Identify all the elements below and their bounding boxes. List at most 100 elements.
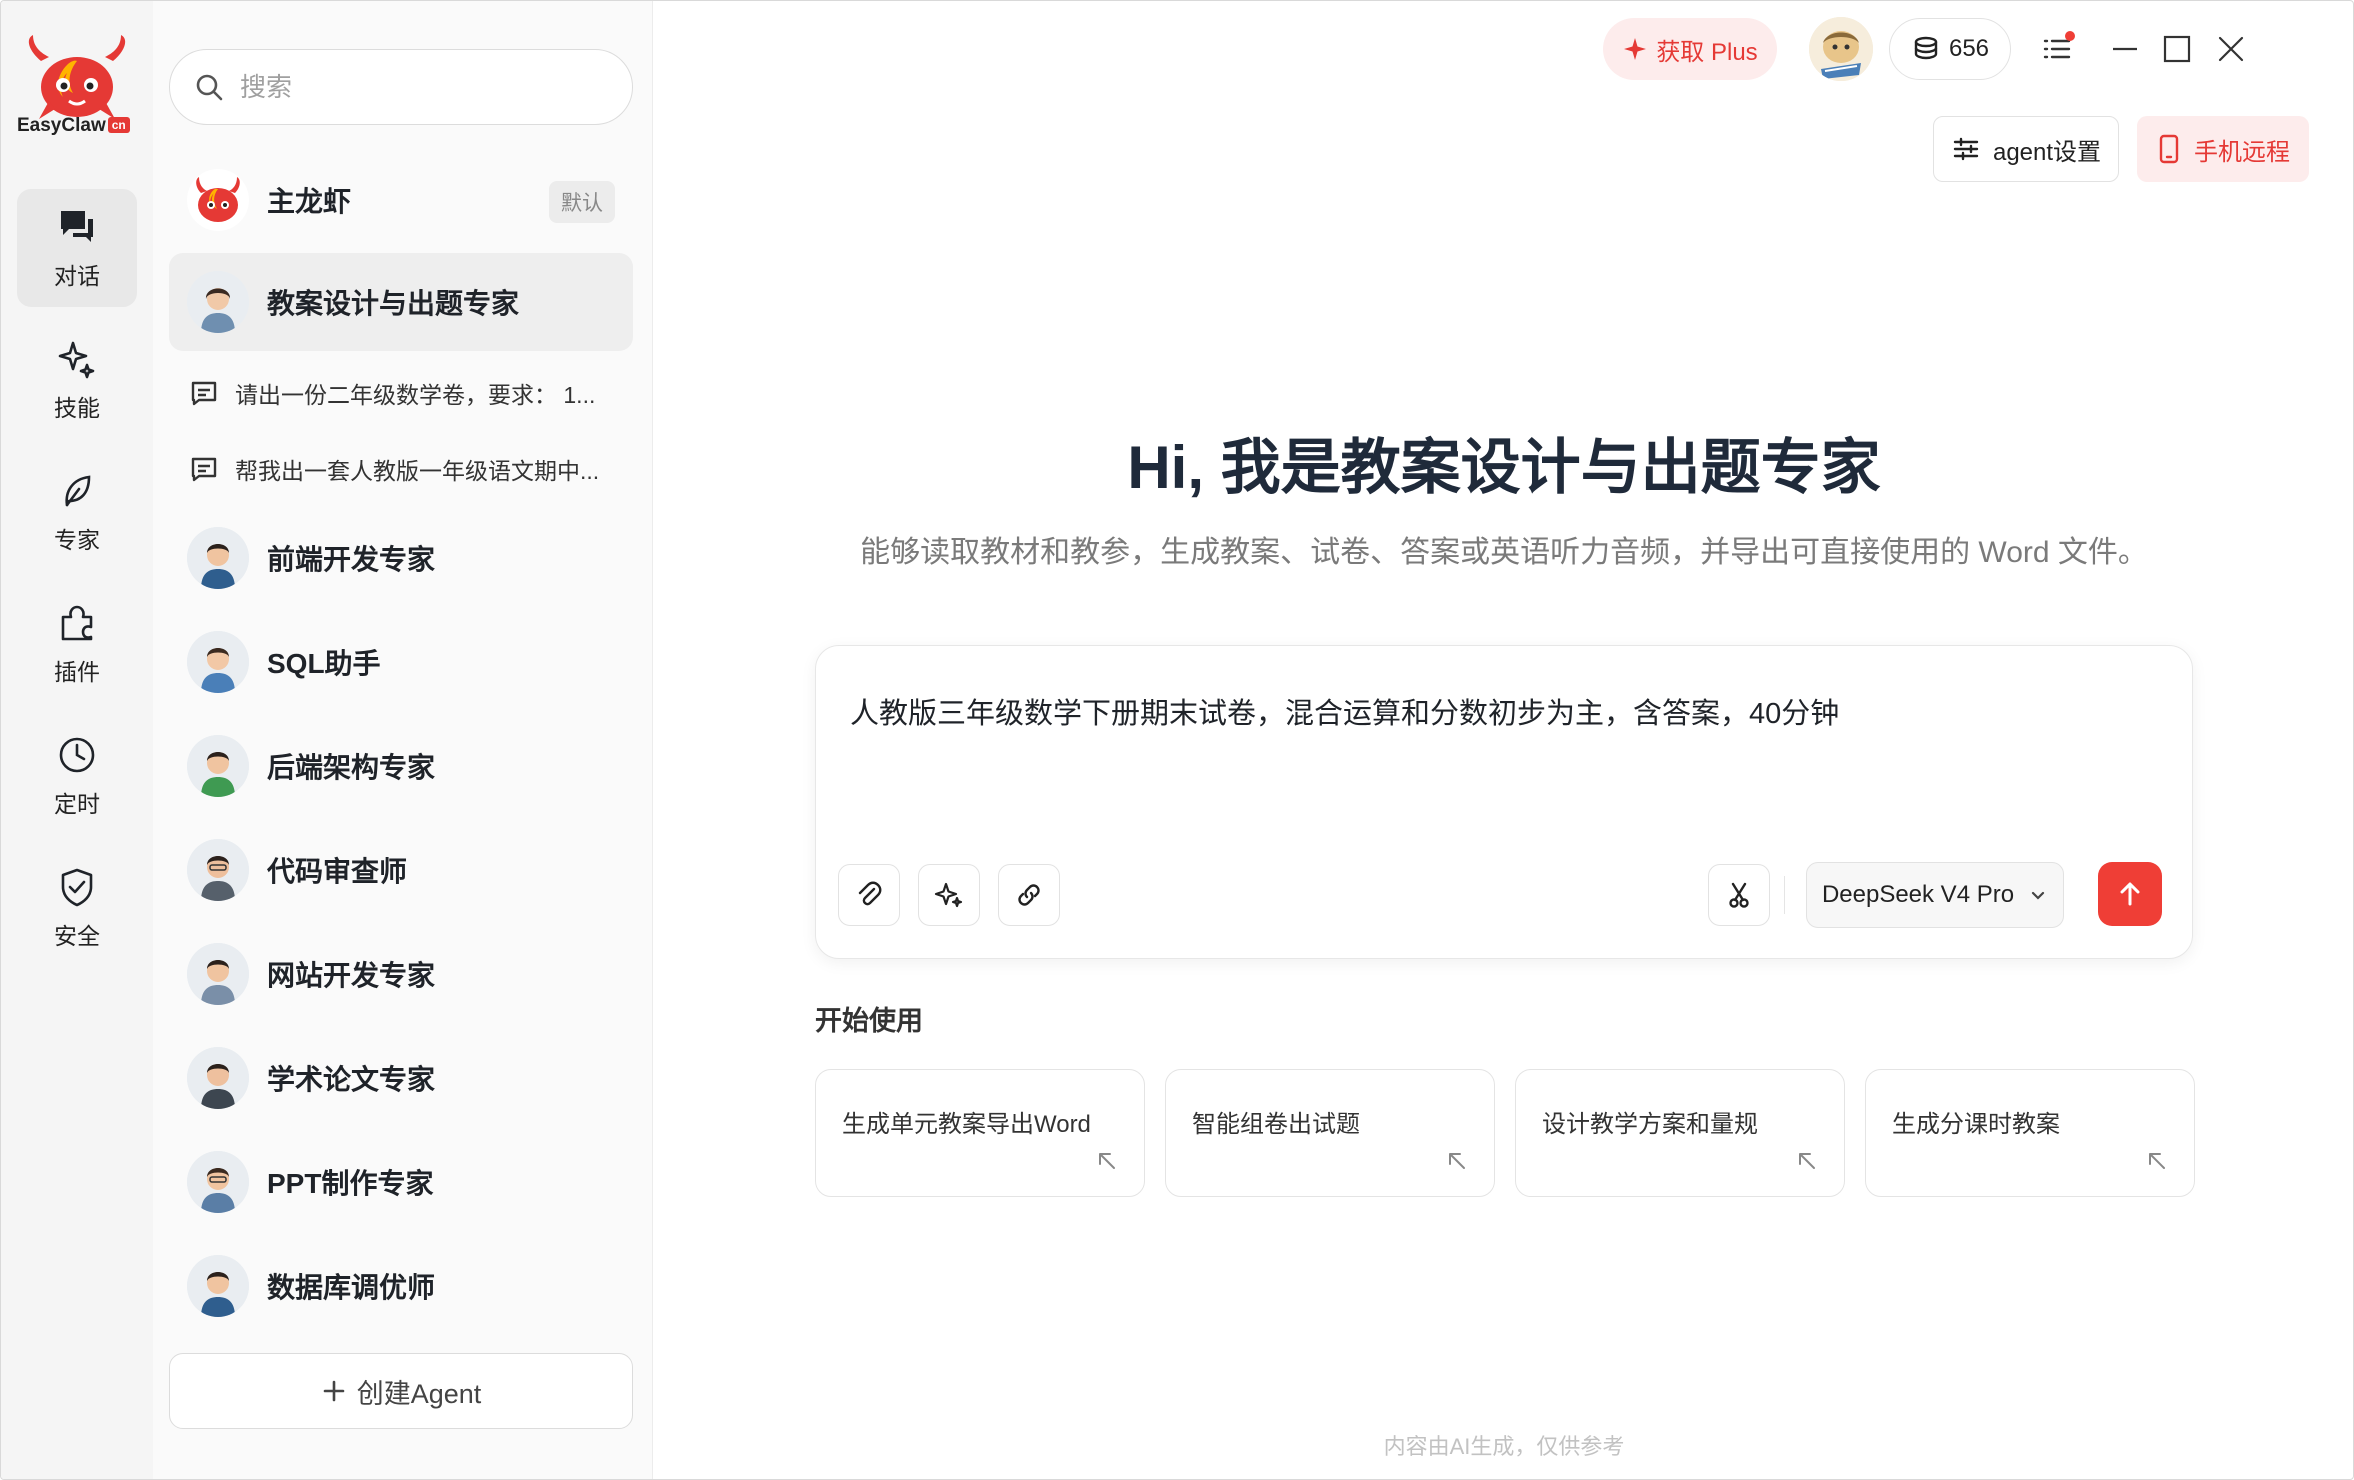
agent-item[interactable]: SQL助手 <box>169 613 633 711</box>
link-icon <box>1018 884 1040 906</box>
agent-item-main[interactable]: 主龙虾 默认 <box>169 151 633 249</box>
app-wordmark: EasyClaw cn <box>17 115 130 137</box>
agent-avatar <box>187 839 249 901</box>
create-agent-button[interactable]: 创建Agent <box>169 1353 633 1429</box>
nav-schedule[interactable]: 定时 <box>17 717 137 835</box>
model-name: DeepSeek V4 Pro <box>1821 881 2015 908</box>
clock-icon <box>59 737 95 773</box>
starter-card[interactable]: 生成单元教案导出Word <box>815 1069 1145 1197</box>
app-window: EasyClaw cn 对话 技能 专家 插件 定时 安全 搜索 主龙虾 默认 … <box>0 0 2354 1480</box>
link-button[interactable] <box>998 864 1060 926</box>
create-agent-label: 创建Agent <box>356 1378 482 1409</box>
composer-text[interactable]: 人教版三年级数学下册期末试卷，混合运算和分数初步为主，含答案，40分钟 <box>850 690 1839 732</box>
starter-card[interactable]: 智能组卷出试题 <box>1165 1069 1495 1197</box>
paperclip-icon <box>858 881 882 906</box>
starter-card-label: 生成分课时教案 <box>1892 1111 2060 1138</box>
agent-item[interactable]: 网站开发专家 <box>169 925 633 1023</box>
skill-button[interactable] <box>918 864 980 926</box>
conversation-title: 帮我出一套人教版一年级语文期中... <box>235 458 600 484</box>
agent-name: 教案设计与出题专家 <box>267 288 520 319</box>
nav-label: 安全 <box>54 923 100 949</box>
starter-card-label: 智能组卷出试题 <box>1192 1111 1360 1138</box>
maximize-button[interactable] <box>2153 25 2201 73</box>
default-badge: 默认 <box>549 181 615 223</box>
leaf-icon <box>65 475 91 507</box>
nav-label: 定时 <box>54 791 100 817</box>
toolbar-divider <box>1784 876 1785 914</box>
ai-disclaimer: 内容由AI生成，仅供参考 <box>1383 1434 1625 1459</box>
close-icon <box>2218 36 2244 62</box>
scissors-button[interactable] <box>1708 864 1770 926</box>
agent-avatar <box>187 1151 249 1213</box>
start-section-title: 开始使用 <box>815 1006 923 1036</box>
starter-card[interactable]: 生成分课时教案 <box>1865 1069 2195 1197</box>
coins-icon <box>1914 36 1938 60</box>
agent-name: SQL助手 <box>267 648 381 679</box>
user-avatar[interactable] <box>1809 17 1873 81</box>
lobster-avatar <box>187 169 249 231</box>
hero-title: Hi, 我是教案设计与出题专家 <box>1127 434 1881 501</box>
agent-avatar <box>187 735 249 797</box>
search-icon <box>196 74 223 101</box>
plus-icon <box>323 1380 345 1402</box>
agent-item[interactable]: 学术论文专家 <box>169 1029 633 1127</box>
sparkle-icon <box>58 341 95 379</box>
conversation-title: 请出一份二年级数学卷，要求： 1... <box>235 382 596 408</box>
agent-avatar <box>187 527 249 589</box>
arrow-up-left-icon <box>1099 1153 1115 1169</box>
puzzle-icon <box>61 605 93 641</box>
arrow-up-icon <box>2120 882 2140 906</box>
chevron-down-icon <box>2031 891 2045 900</box>
scissors-icon <box>1729 882 1749 908</box>
agent-name: 前端开发专家 <box>267 544 436 575</box>
nav-plugins[interactable]: 插件 <box>17 585 137 703</box>
arrow-up-left-icon <box>2149 1153 2165 1169</box>
agent-item[interactable]: PPT制作专家 <box>169 1133 633 1231</box>
phone-remote-label: 手机远程 <box>2194 138 2290 166</box>
agent-avatar <box>187 1255 249 1317</box>
agent-name: PPT制作专家 <box>267 1168 434 1199</box>
agent-item[interactable]: 数据库调优师 <box>169 1237 633 1335</box>
maximize-icon <box>2163 35 2191 63</box>
minimize-icon <box>2113 47 2137 51</box>
arrow-up-left-icon <box>1799 1153 1815 1169</box>
conversation-item[interactable]: 请出一份二年级数学卷，要求： 1... <box>189 363 629 423</box>
agent-item-selected[interactable]: 教案设计与出题专家 <box>169 253 633 351</box>
search-input[interactable] <box>240 71 620 103</box>
agent-avatar <box>187 271 249 333</box>
sliders-icon <box>1953 137 1979 161</box>
sparkle-icon <box>934 882 963 908</box>
shield-check-icon <box>61 868 93 907</box>
menu-button[interactable] <box>2033 25 2081 73</box>
search-box[interactable] <box>169 49 633 125</box>
conversation-item[interactable]: 帮我出一套人教版一年级语文期中... <box>189 439 629 499</box>
credits-button[interactable]: 656 <box>1889 18 2011 80</box>
nav-label: 插件 <box>54 659 100 685</box>
phone-remote-button[interactable]: 手机远程 <box>2137 116 2309 182</box>
model-selector[interactable]: DeepSeek V4 Pro <box>1806 862 2064 928</box>
nav-label: 对话 <box>54 263 100 289</box>
agent-settings-button[interactable]: agent设置 <box>1933 116 2119 182</box>
nav-experts[interactable]: 专家 <box>17 453 137 571</box>
agent-item[interactable]: 前端开发专家 <box>169 509 633 607</box>
nav-chat[interactable]: 对话 <box>17 189 137 307</box>
agent-name: 网站开发专家 <box>267 960 436 991</box>
get-plus-button[interactable]: 获取 Plus <box>1603 18 1777 80</box>
agent-name: 数据库调优师 <box>267 1272 436 1303</box>
get-plus-label: 获取 Plus <box>1656 38 1758 66</box>
credits-count: 656 <box>1948 35 1990 62</box>
nav-skills[interactable]: 技能 <box>17 321 137 439</box>
sparkle-icon <box>1624 38 1647 60</box>
starter-card[interactable]: 设计教学方案和量规 <box>1515 1069 1845 1197</box>
main-area: 获取 Plus 656 agent设置 手机远程 Hi, 我是教案设计与出题专家… <box>653 1 2353 1479</box>
send-button[interactable] <box>2098 862 2162 926</box>
close-button[interactable] <box>2207 25 2255 73</box>
starter-card-label: 生成单元教案导出Word <box>842 1111 1091 1138</box>
nav-security[interactable]: 安全 <box>17 849 137 967</box>
message-composer[interactable]: 人教版三年级数学下册期末试卷，混合运算和分数初步为主，含答案，40分钟 Deep… <box>815 645 2193 959</box>
agent-item[interactable]: 代码审查师 <box>169 821 633 919</box>
minimize-button[interactable] <box>2101 25 2149 73</box>
attach-button[interactable] <box>838 864 900 926</box>
agent-item[interactable]: 后端架构专家 <box>169 717 633 815</box>
list-menu-icon <box>2043 31 2075 59</box>
